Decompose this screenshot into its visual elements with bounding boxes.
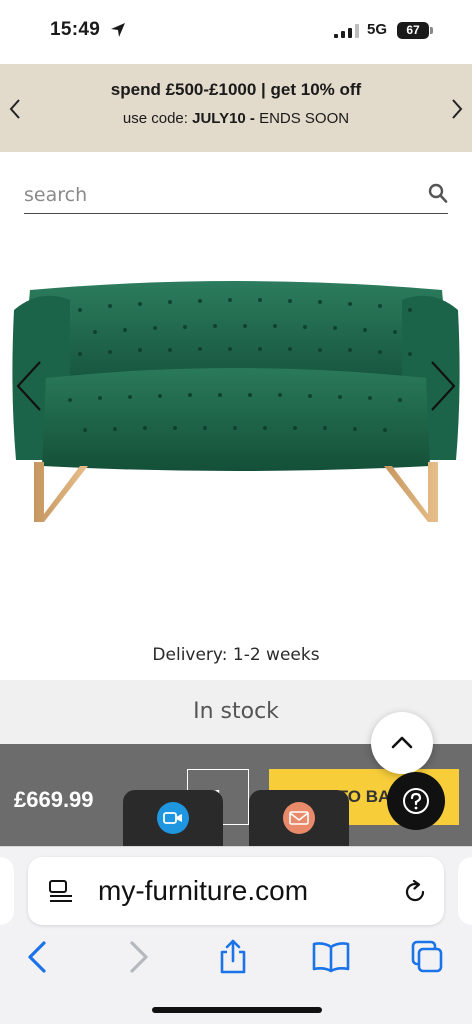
browser-toolbar [0, 939, 472, 979]
promo-headline: spend £500-£1000 | get 10% off [110, 80, 362, 99]
address-bar[interactable]: my-furniture.com [28, 857, 444, 925]
search-input[interactable] [24, 180, 414, 210]
network-type: 5G [367, 21, 388, 38]
battery-tip [430, 27, 433, 34]
location-arrow-icon [111, 23, 125, 37]
product-image-carousel[interactable] [0, 240, 472, 640]
envelope-icon [289, 811, 309, 825]
email-tab[interactable] [249, 790, 349, 850]
promo-banner: spend £500-£1000 | get 10% off use code:… [0, 64, 472, 152]
promo-ends: ENDS SOON [254, 110, 350, 127]
status-time: 15:49 [50, 19, 101, 40]
carousel-next-chevron-right-icon[interactable] [428, 360, 458, 412]
promo-code-prefix: use code: [122, 110, 193, 127]
status-bar: 15:49 5G 67 [0, 0, 472, 64]
tabs-icon[interactable] [410, 939, 444, 975]
reload-icon[interactable] [402, 879, 428, 905]
delivery-info: Delivery: 1-2 weeks [152, 645, 320, 665]
url-text: my-furniture.com [98, 875, 309, 906]
reader-mode-icon[interactable] [48, 879, 74, 903]
back-arrow-icon[interactable] [22, 939, 56, 975]
scroll-to-top-button[interactable] [371, 712, 433, 774]
promo-next-chevron-right-icon[interactable] [450, 98, 464, 120]
previous-tab-card[interactable] [0, 857, 14, 925]
page: 15:49 5G 67 spend £500-£1000 | get 10% o… [0, 0, 472, 1024]
video-call-tab[interactable] [123, 790, 223, 850]
home-indicator [152, 1007, 322, 1013]
product-image-sofa [12, 281, 460, 522]
help-button[interactable] [387, 772, 445, 830]
forward-arrow-icon[interactable] [120, 939, 154, 975]
battery-icon: 67 [397, 22, 429, 39]
product-price: £669.99 [14, 787, 94, 812]
search-icon[interactable] [428, 182, 448, 204]
video-call-icon [163, 812, 182, 824]
question-mark-icon [403, 788, 429, 814]
browser-bottom-bar: my-furniture.com [0, 846, 472, 1024]
cellular-signal-icon [334, 24, 359, 38]
bookmarks-book-icon[interactable] [312, 939, 350, 975]
chevron-up-icon [391, 736, 413, 749]
promo-code-line: use code: JULY10 - ENDS SOON [0, 110, 472, 127]
next-tab-card[interactable] [458, 857, 472, 925]
promo-code: JULY10 - [192, 110, 255, 127]
carousel-prev-chevron-left-icon[interactable] [14, 360, 44, 412]
share-icon[interactable] [216, 939, 250, 975]
search-bar [24, 178, 448, 214]
